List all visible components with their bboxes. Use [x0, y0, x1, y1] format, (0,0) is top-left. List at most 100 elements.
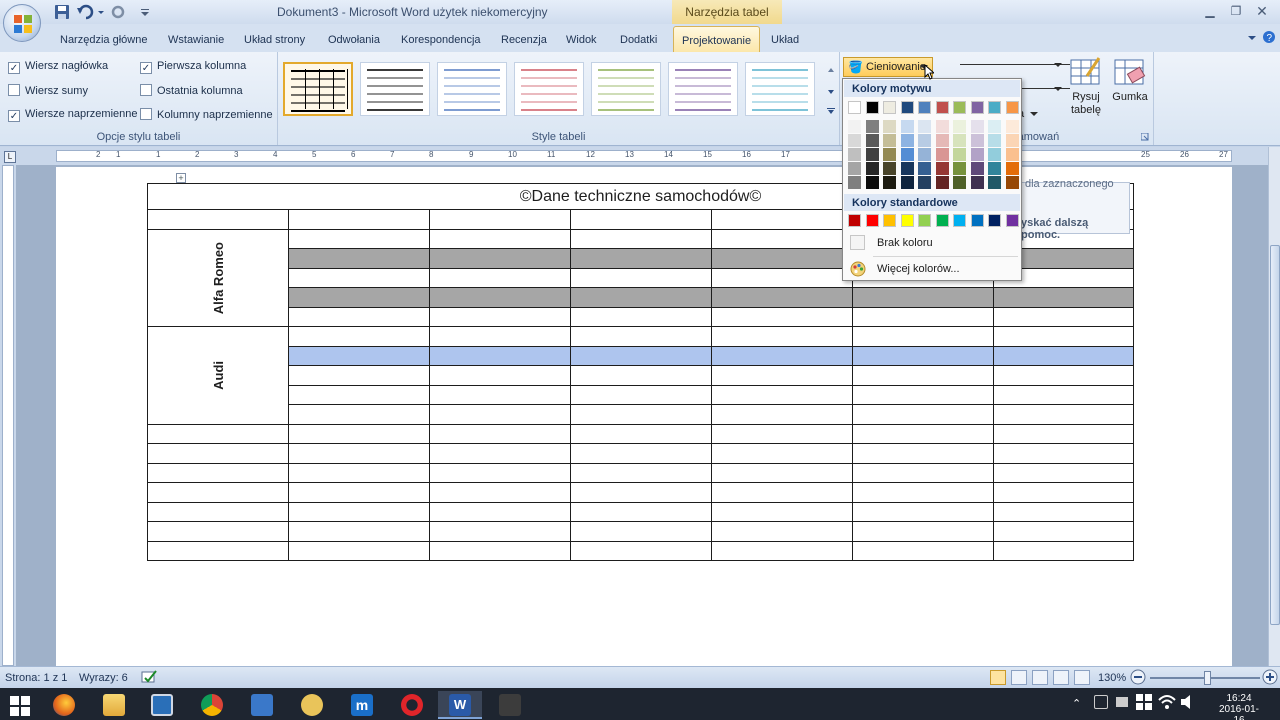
theme-shade-swatch[interactable] — [918, 176, 931, 189]
table-move-handle-icon[interactable]: + — [176, 173, 186, 183]
theme-shade-swatch[interactable] — [918, 162, 931, 175]
standard-color-swatch[interactable] — [935, 214, 949, 227]
opera-icon[interactable] — [390, 691, 434, 719]
table-cell[interactable] — [570, 248, 712, 269]
table-cell[interactable] — [993, 540, 1134, 561]
table-cell[interactable] — [711, 540, 853, 561]
theme-shade-swatch[interactable] — [988, 120, 1001, 133]
table-cell[interactable] — [288, 384, 430, 405]
table-cell[interactable] — [288, 228, 430, 249]
theme-shade-swatch[interactable] — [953, 148, 966, 161]
tab-addins[interactable]: Dodatki — [620, 34, 657, 46]
close-icon[interactable]: ✕ — [1250, 2, 1274, 20]
firefox-icon[interactable] — [42, 691, 86, 719]
table-cell[interactable] — [147, 501, 289, 522]
table-cell[interactable] — [852, 345, 994, 366]
theme-shade-swatch[interactable] — [900, 120, 914, 133]
table-cell[interactable] — [570, 365, 712, 386]
table-cell[interactable] — [852, 365, 994, 386]
table-cell[interactable] — [711, 248, 853, 269]
table-cell[interactable] — [852, 462, 994, 483]
check-banded-rows[interactable]: ✓ Wiersze naprzemienne — [8, 108, 138, 124]
theme-shade-swatch[interactable] — [865, 134, 879, 147]
theme-color-swatch[interactable] — [953, 101, 966, 114]
table-cell[interactable] — [429, 365, 571, 386]
table-cell[interactable] — [288, 345, 430, 366]
table-cell[interactable] — [711, 306, 853, 327]
tray-chevron-icon[interactable]: ⌃ — [1072, 697, 1081, 710]
table-style-swatch[interactable] — [745, 62, 815, 116]
theme-shade-swatch[interactable] — [1005, 134, 1019, 147]
table-style-swatch[interactable] — [668, 62, 738, 116]
word-taskbar-icon[interactable]: W — [438, 691, 482, 719]
tab-references[interactable]: Odwołania — [328, 34, 380, 46]
web-layout-icon[interactable] — [1032, 670, 1048, 685]
table-cell[interactable] — [429, 443, 571, 464]
table-cell[interactable] — [147, 521, 289, 542]
table-cell[interactable] — [570, 462, 712, 483]
theme-shade-swatch[interactable] — [953, 162, 966, 175]
table-cell[interactable] — [570, 384, 712, 405]
table-style-swatch[interactable] — [514, 62, 584, 116]
table-cell[interactable] — [429, 404, 571, 425]
table-cell[interactable] — [288, 462, 430, 483]
table-cell[interactable] — [711, 423, 853, 444]
shading-button[interactable]: 🪣 Cieniowanie — [843, 57, 933, 77]
table-cell[interactable] — [429, 209, 571, 230]
check-total-row[interactable]: Wiersz sumy — [8, 84, 88, 100]
standard-color-swatch[interactable] — [918, 214, 931, 227]
table-cell[interactable] — [288, 365, 430, 386]
theme-color-swatch[interactable] — [1005, 101, 1019, 114]
table-cell[interactable] — [993, 306, 1134, 327]
theme-shade-swatch[interactable] — [900, 176, 914, 189]
standard-color-swatch[interactable] — [1005, 214, 1019, 227]
table-cell[interactable] — [429, 521, 571, 542]
tab-home[interactable]: Narzędzia główne — [60, 34, 147, 46]
theme-shade-swatch[interactable] — [883, 134, 896, 147]
theme-shade-swatch[interactable] — [900, 148, 914, 161]
table-cell[interactable] — [570, 345, 712, 366]
theme-shade-swatch[interactable] — [883, 120, 896, 133]
theme-shade-swatch[interactable] — [988, 148, 1001, 161]
save-icon[interactable] — [54, 4, 70, 20]
tray-volume-icon[interactable] — [1180, 694, 1196, 713]
theme-color-swatch[interactable] — [918, 101, 931, 114]
standard-color-swatch[interactable] — [865, 214, 879, 227]
media-app-icon[interactable] — [488, 691, 532, 719]
table-cell[interactable] — [288, 482, 430, 503]
theme-shade-swatch[interactable] — [883, 148, 896, 161]
table-cell[interactable] — [570, 209, 712, 230]
table-cell[interactable] — [288, 521, 430, 542]
tray-network-icon[interactable] — [1136, 694, 1152, 713]
table-cell[interactable] — [429, 267, 571, 288]
table-cell[interactable] — [429, 228, 571, 249]
theme-color-swatch[interactable] — [988, 101, 1001, 114]
table-cell[interactable] — [711, 228, 853, 249]
theme-shade-swatch[interactable] — [918, 134, 931, 147]
standard-color-swatch[interactable] — [988, 214, 1001, 227]
theme-shade-swatch[interactable] — [865, 162, 879, 175]
table-cell[interactable] — [429, 482, 571, 503]
table-cell[interactable] — [852, 326, 994, 347]
theme-shade-swatch[interactable] — [1005, 162, 1019, 175]
table-cell[interactable] — [288, 209, 430, 230]
theme-shade-swatch[interactable] — [848, 148, 861, 161]
theme-shade-swatch[interactable] — [970, 148, 984, 161]
table-cell[interactable] — [429, 287, 571, 308]
windows-start-icon[interactable] — [0, 691, 44, 719]
eraser-button[interactable]: Gumka — [1110, 56, 1150, 103]
monitor-app-icon[interactable] — [140, 691, 184, 719]
character-app-icon[interactable] — [290, 691, 334, 719]
restore-icon[interactable]: ❐ — [1224, 2, 1248, 20]
table-cell[interactable] — [429, 248, 571, 269]
theme-shade-swatch[interactable] — [988, 176, 1001, 189]
standard-color-swatch[interactable] — [848, 214, 861, 227]
theme-shade-swatch[interactable] — [918, 148, 931, 161]
table-cell[interactable] — [711, 462, 853, 483]
tab-insert[interactable]: Wstawianie — [168, 34, 224, 46]
table-cell[interactable] — [852, 482, 994, 503]
table-cell[interactable] — [852, 404, 994, 425]
table-cell[interactable] — [993, 462, 1134, 483]
zoom-level[interactable]: 130% — [1098, 672, 1126, 684]
brand-cell[interactable]: Alfa Romeo — [147, 228, 289, 327]
